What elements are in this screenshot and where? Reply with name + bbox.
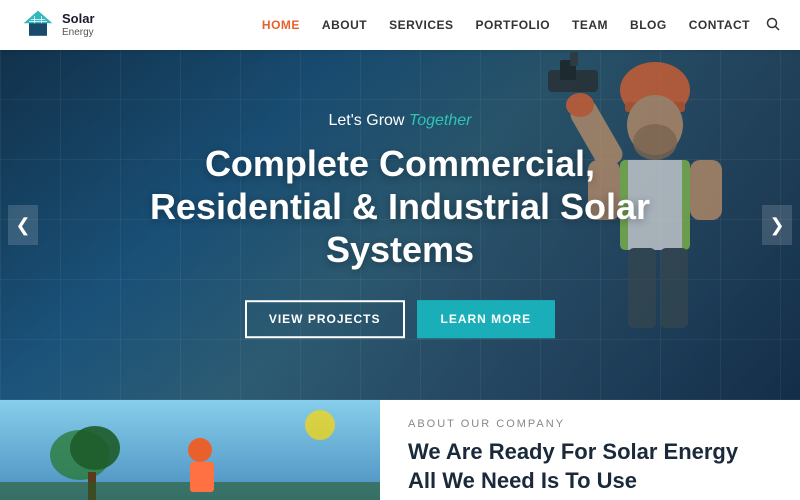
next-slide-button[interactable]: ❯ [762, 205, 792, 245]
hero-subtitle: Let's Grow Together [140, 112, 660, 130]
nav-contact[interactable]: CONTACT [689, 16, 750, 34]
about-image [0, 400, 380, 500]
logo[interactable]: Solar Energy [20, 7, 95, 43]
prev-slide-button[interactable]: ❮ [8, 205, 38, 245]
nav-links: HOME ABOUT SERVICES PORTFOLIO TEAM BLOG … [262, 16, 750, 34]
nav-about[interactable]: ABOUT [322, 16, 367, 34]
view-projects-button[interactable]: VIEW PROJECTS [245, 300, 405, 338]
logo-text: Solar Energy [62, 11, 95, 39]
about-label: ABOUT OUR COMPANY [408, 418, 772, 430]
about-image-svg [0, 400, 380, 500]
nav-portfolio[interactable]: PORTFOLIO [476, 16, 551, 34]
about-heading: We Are Ready For Solar Energy All We Nee… [408, 438, 772, 495]
search-icon[interactable] [766, 17, 780, 34]
hero-section: Let's Grow Together Complete Commercial,… [0, 50, 800, 400]
nav-home[interactable]: HOME [262, 16, 300, 34]
learn-more-button[interactable]: LEARN MORE [417, 300, 556, 338]
hero-title: Complete Commercial, Residential & Indus… [140, 142, 660, 272]
navbar: Solar Energy HOME ABOUT SERVICES PORTFOL… [0, 0, 800, 50]
nav-services[interactable]: SERVICES [389, 16, 453, 34]
nav-team[interactable]: TEAM [572, 16, 608, 34]
about-text: ABOUT OUR COMPANY We Are Ready For Solar… [380, 400, 800, 500]
hero-buttons: VIEW PROJECTS LEARN MORE [140, 300, 660, 338]
nav-blog[interactable]: BLOG [630, 16, 667, 34]
logo-icon [20, 7, 56, 43]
hero-content: Let's Grow Together Complete Commercial,… [140, 112, 660, 338]
about-section: ABOUT OUR COMPANY We Are Ready For Solar… [0, 400, 800, 500]
